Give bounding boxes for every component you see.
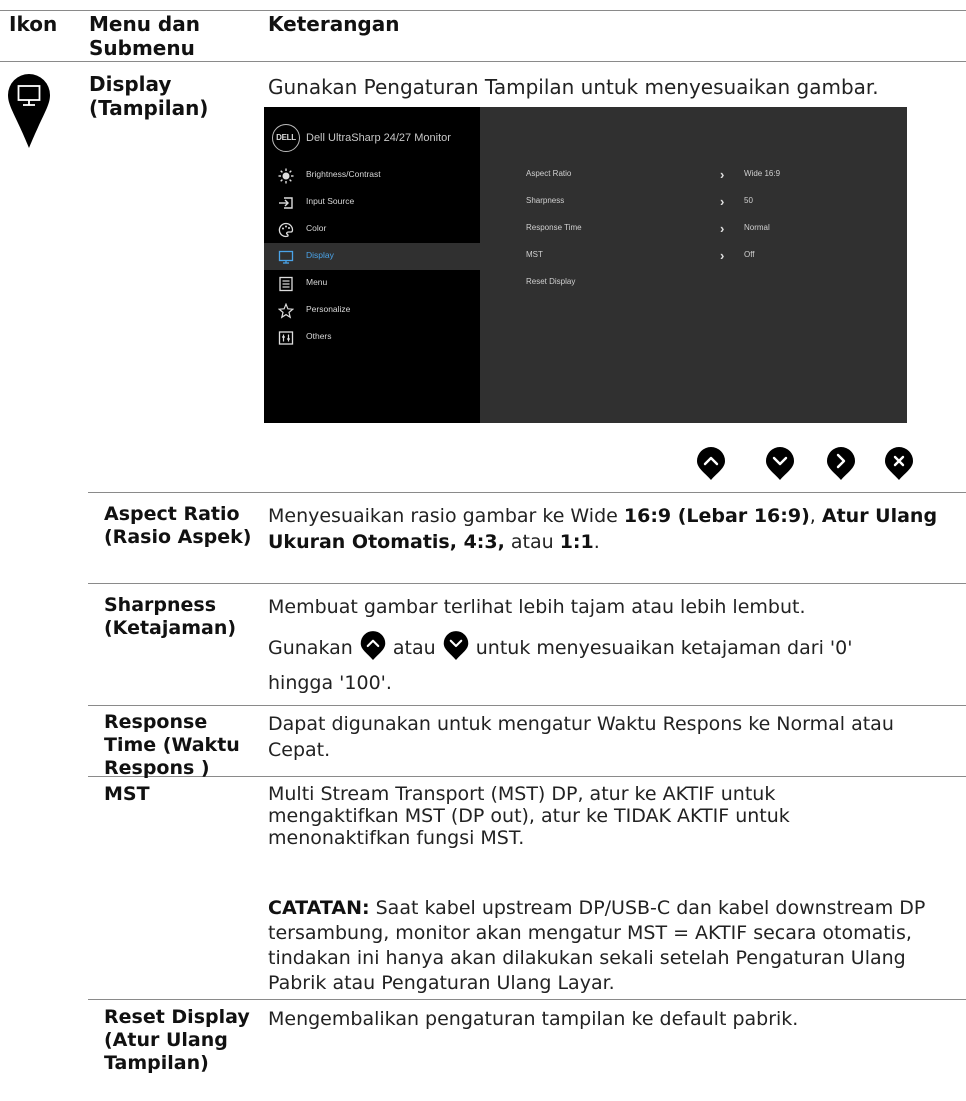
note-label: CATATAN: <box>268 897 370 919</box>
osd-item-brightness[interactable]: Brightness/Contrast <box>264 162 480 189</box>
display-menu-title: Display (Tampilan) <box>89 72 209 120</box>
osd-row-reset-display[interactable]: Reset Display <box>480 270 907 297</box>
right-button-icon <box>827 447 855 480</box>
mst-description: Multi Stream Transport (MST) DP, atur ke… <box>268 783 790 849</box>
display-monitor-icon <box>278 250 294 264</box>
osd-item-display[interactable]: Display <box>264 243 480 270</box>
osd-item-input-source[interactable]: Input Source <box>264 189 480 216</box>
osd-row-response-time[interactable]: Response Time › Normal <box>480 216 907 243</box>
aspect-ratio-description: Menyesuaikan rasio gambar ke Wide 16:9 (… <box>268 505 938 553</box>
sharpness-title: Sharpness (Ketajaman) <box>104 594 237 639</box>
chevron-right-icon: › <box>720 194 725 209</box>
osd-row-label: Aspect Ratio <box>526 169 572 178</box>
osd-item-others[interactable]: Others <box>264 324 480 351</box>
osd-item-personalize[interactable]: Personalize <box>264 297 480 324</box>
row-rule <box>88 492 966 493</box>
up-button-icon <box>697 447 725 480</box>
chevron-right-icon: › <box>720 248 725 263</box>
osd-item-label: Color <box>306 223 327 233</box>
osd-row-mst[interactable]: MST › Off <box>480 243 907 270</box>
display-pin-icon <box>8 74 50 148</box>
osd-row-value: Off <box>744 250 755 259</box>
down-button-icon <box>443 631 468 660</box>
close-button-icon <box>885 447 913 480</box>
header-icon-column: Ikon <box>9 12 58 36</box>
dell-logo: DELL <box>272 124 300 152</box>
osd-submenu: Aspect Ratio › Wide 16:9 Sharpness › 50 … <box>480 107 907 423</box>
row-rule <box>88 705 966 706</box>
osd-item-label: Menu <box>306 277 328 287</box>
osd-row-label: MST <box>526 250 543 259</box>
osd-row-sharpness[interactable]: Sharpness › 50 <box>480 189 907 216</box>
osd-main-menu: DELL Dell UltraSharp 24/27 Monitor Brigh… <box>264 107 480 423</box>
osd-row-label: Sharpness <box>526 196 565 205</box>
brightness-icon <box>278 168 294 184</box>
up-button-icon <box>360 631 386 660</box>
osd-item-color[interactable]: Color <box>264 216 480 243</box>
chevron-right-icon: › <box>720 167 725 182</box>
mst-title: MST <box>104 783 150 805</box>
osd-menu-screenshot: DELL Dell UltraSharp 24/27 Monitor Brigh… <box>264 107 907 423</box>
osd-row-value: 50 <box>744 196 753 205</box>
down-button-icon <box>766 447 794 480</box>
sharpness-description-line3: hingga '100'. <box>268 672 392 694</box>
row-rule <box>88 999 966 1000</box>
top-rule <box>0 10 966 11</box>
header-menu-column: Menu dan Submenu <box>89 12 200 60</box>
row-rule <box>88 583 966 584</box>
osd-row-value: Normal <box>744 223 770 232</box>
header-rule <box>0 61 966 62</box>
display-intro: Gunakan Pengaturan Tampilan untuk menyes… <box>268 75 879 99</box>
osd-row-value: Wide 16:9 <box>744 169 781 178</box>
reset-display-description: Mengembalikan pengaturan tampilan ke def… <box>268 1008 799 1030</box>
sharpness-description-line2: Gunakan atau untuk menyesuaikan ketajama… <box>268 630 958 662</box>
response-time-title: Response Time (Waktu Respons ) <box>104 711 240 779</box>
reset-display-title: Reset Display (Atur Ulang Tampilan) <box>104 1006 250 1074</box>
osd-item-label: Personalize <box>306 304 351 314</box>
others-icon <box>278 331 294 345</box>
menu-icon <box>279 276 293 292</box>
osd-item-label: Brightness/Contrast <box>306 169 381 179</box>
osd-item-label: Display <box>306 250 334 260</box>
sharpness-description-line1: Membuat gambar terlihat lebih tajam atau… <box>268 596 806 618</box>
osd-row-label: Reset Display <box>526 277 576 286</box>
mst-note: CATATAN: Saat kabel upstream DP/USB-C da… <box>268 897 926 994</box>
header-description-column: Keterangan <box>268 12 400 36</box>
osd-title: Dell UltraSharp 24/27 Monitor <box>306 132 451 144</box>
color-palette-icon <box>278 222 294 238</box>
chevron-right-icon: › <box>720 221 725 236</box>
osd-item-label: Others <box>306 331 332 341</box>
response-time-description: Dapat digunakan untuk mengatur Waktu Res… <box>268 713 894 761</box>
osd-item-menu[interactable]: Menu <box>264 270 480 297</box>
aspect-ratio-title: Aspect Ratio (Rasio Aspek) <box>104 503 252 548</box>
star-icon <box>278 303 294 319</box>
osd-row-aspect-ratio[interactable]: Aspect Ratio › Wide 16:9 <box>480 162 907 189</box>
osd-item-label: Input Source <box>306 196 355 206</box>
osd-row-label: Response Time <box>526 223 582 232</box>
input-source-icon <box>279 197 293 209</box>
